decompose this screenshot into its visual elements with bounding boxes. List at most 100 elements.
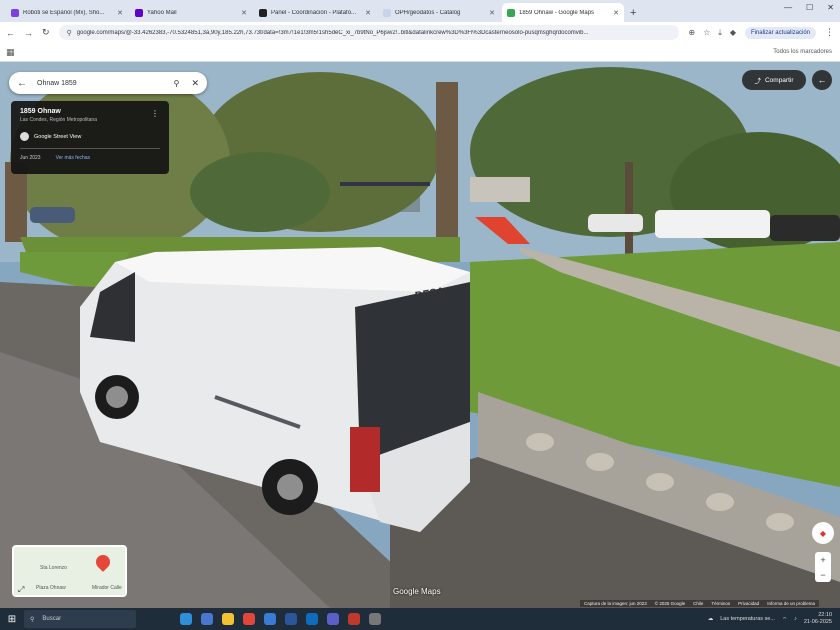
tab-label: OPH/geodatos - Catálog [395, 9, 461, 16]
volume-icon[interactable]: ♪ [794, 616, 797, 622]
close-window-icon[interactable]: ✕ [827, 3, 834, 12]
minimap-label: Mirador Calle [92, 585, 122, 591]
attribution-item[interactable]: Términos [711, 601, 730, 606]
weather-icon[interactable]: ☁ [708, 616, 714, 622]
tab-label: Roboti se Español (Mx), Sho... [23, 9, 105, 16]
minimize-icon[interactable]: — [784, 3, 792, 12]
settings-icon[interactable] [369, 613, 381, 625]
tab-favicon [259, 8, 267, 17]
download-icon[interactable]: ⤓ [718, 28, 722, 38]
windows-start-icon[interactable]: ⊞ [0, 614, 24, 625]
provider-label: Google Street View [34, 133, 82, 140]
install-icon[interactable]: ⊕ [688, 28, 695, 38]
compass-icon[interactable]: ◆ [812, 522, 834, 544]
apps-grid-icon[interactable]: ▦ [6, 47, 15, 58]
share-label: Compartir [764, 76, 794, 84]
address-bar-row: ← → ↻ ⚲ google.com/maps/@-33.4262383,-70… [0, 22, 840, 43]
app-icon[interactable] [348, 613, 360, 625]
clear-search-icon[interactable]: ✕ [191, 78, 199, 89]
finish-update-button[interactable]: Finalizar actualización [744, 26, 816, 39]
more-options-icon[interactable]: ⋮ [151, 109, 159, 118]
clock-time: 22:10 [818, 612, 832, 619]
back-arrow-icon[interactable]: ← [17, 78, 27, 89]
tab-label: Panel - Coordinación - Platafo... [271, 9, 357, 16]
divider [20, 148, 160, 149]
close-tab-icon[interactable]: ✕ [117, 9, 123, 17]
taskbar-search[interactable]: ⚲ Buscar [24, 610, 136, 628]
close-tab-icon[interactable]: ✕ [241, 9, 247, 17]
zoom-in-button[interactable]: + [820, 555, 825, 565]
pegman-icon [20, 132, 29, 141]
forward-icon[interactable]: → [24, 28, 33, 38]
zoom-out-button[interactable]: − [820, 570, 825, 580]
tab-3[interactable]: OPH/geodatos - Catálog ✕ [378, 3, 500, 22]
taskbar-search-placeholder: Buscar [42, 616, 62, 622]
word-icon[interactable] [285, 613, 297, 625]
tab-favicon [507, 8, 515, 17]
info-footer: Jun 2023 Ver más fechas [20, 155, 160, 161]
system-tray: ☁ Las temperaturas se... ⌔ ♪ 22:10 21-06… [708, 612, 832, 626]
attribution-item: © 2025 Google [654, 601, 686, 606]
close-street-view-button[interactable]: ← [812, 70, 832, 90]
share-icon: ⤴ [754, 78, 761, 85]
tab-favicon [11, 8, 19, 17]
google-maps-brand: Google Maps [393, 587, 441, 596]
maps-search-box[interactable]: ← Ohnaw 1859 ⚲ ✕ [9, 72, 207, 94]
bookmark-star-icon[interactable]: ☆ [703, 28, 710, 38]
attribution-item[interactable]: Privacidad [738, 601, 759, 606]
extensions-icon[interactable]: ◆ [730, 28, 736, 38]
zoom-control: + − [815, 552, 831, 582]
tab-2[interactable]: Panel - Coordinación - Platafo... ✕ [254, 3, 376, 22]
location-pin-icon [93, 552, 113, 572]
new-tab-button[interactable]: + [630, 3, 636, 22]
place-title: 1859 Ohnaw [20, 108, 61, 115]
network-icon[interactable]: ⌔ [782, 616, 787, 623]
search-icon[interactable]: ⚲ [174, 79, 180, 88]
attribution-item[interactable]: Informa de un problema [767, 601, 815, 606]
tab-label: Yahoo Mail [147, 9, 177, 16]
minimap-label: Sta Lorenzo [40, 565, 67, 571]
tab-1[interactable]: Yahoo Mail ✕ [130, 3, 252, 22]
teams-icon[interactable] [327, 613, 339, 625]
street-view-info-card: 1859 Ohnaw Las Condes, Región Metropolit… [11, 101, 169, 174]
store-icon[interactable] [201, 613, 213, 625]
site-info-icon[interactable]: ⚲ [67, 29, 72, 37]
edge-icon[interactable] [180, 613, 192, 625]
tab-favicon [135, 8, 143, 17]
attribution-bar: Captura de la imagen: jun 2023 © 2025 Go… [580, 600, 819, 607]
close-tab-icon[interactable]: ✕ [365, 9, 371, 17]
url-field[interactable]: ⚲ google.com/maps/@-33.4262383,-70.53248… [58, 25, 680, 40]
place-subtitle: Las Condes, Región Metropolitana [20, 117, 97, 123]
window-controls: — ☐ ✕ [784, 3, 834, 12]
close-tab-icon[interactable]: ✕ [489, 9, 495, 17]
weather-text[interactable]: Las temperaturas se... [720, 616, 775, 622]
attribution-item[interactable]: Chile [693, 601, 703, 606]
tab-4-active[interactable]: 1859 Ohnaw - Google Maps ✕ [502, 3, 624, 22]
minimap-label: Plaza Ohnaw [36, 585, 66, 591]
tab-label: 1859 Ohnaw - Google Maps [519, 9, 595, 16]
explorer-icon[interactable] [222, 613, 234, 625]
browser-menu-icon[interactable]: ⋮ [825, 27, 834, 38]
tab-0[interactable]: Roboti se Español (Mx), Sho... ✕ [6, 3, 128, 22]
taskbar-apps [180, 613, 381, 625]
capture-date: Jun 2023 [20, 155, 41, 161]
minimap[interactable]: Sta Lorenzo Plaza Ohnaw Mirador Calle ⤢ [12, 545, 127, 597]
tab-strip: Roboti se Español (Mx), Sho... ✕ Yahoo Ma… [0, 0, 840, 22]
back-icon[interactable]: ← [6, 28, 15, 38]
all-bookmarks-button[interactable]: Todos los marcadores [773, 49, 832, 55]
maximize-icon[interactable]: ☐ [806, 3, 813, 12]
clock-date: 21-06-2025 [803, 619, 832, 625]
outlook-icon[interactable] [306, 613, 318, 625]
clock[interactable]: 22:10 21-06-2025 [804, 612, 832, 626]
bookmarks-bar: ▦ Todos los marcadores [0, 43, 840, 62]
more-dates-link[interactable]: Ver más fechas [56, 155, 90, 161]
extension-icons: ⊕ ☆ ⤓ ◆ [688, 28, 736, 38]
close-tab-icon[interactable]: ✕ [613, 9, 619, 17]
tab-favicon [383, 8, 391, 17]
chrome-icon[interactable] [243, 613, 255, 625]
mail-icon[interactable] [264, 613, 276, 625]
reload-icon[interactable]: ↻ [42, 27, 50, 38]
share-button[interactable]: ⤴ Compartir [742, 70, 806, 90]
search-input[interactable]: Ohnaw 1859 [37, 80, 174, 87]
expand-map-icon[interactable]: ⤢ [18, 585, 24, 595]
